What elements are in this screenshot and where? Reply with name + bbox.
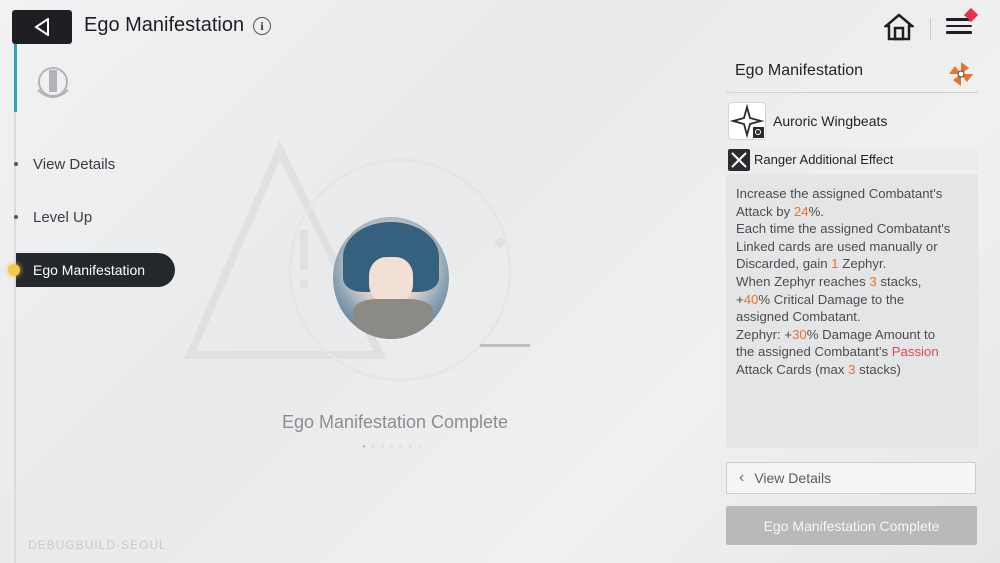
nav-item-label: Ego Manifestation: [33, 262, 146, 278]
panel-title: Ego Manifestation: [735, 62, 864, 79]
ego-status-text: Ego Manifestation Complete: [281, 412, 509, 432]
description-line: assigned Combatant.: [736, 309, 861, 325]
nav-item-view-details[interactable]: View Details: [33, 156, 115, 173]
description-line: Increase the assigned Combatant's: [736, 186, 943, 201]
description-line: Zephyr: +30% Damage Amount to: [736, 326, 936, 342]
emblem-icon: [37, 67, 69, 98]
nav-dot: [14, 162, 18, 166]
active-indicator-icon: [8, 264, 20, 276]
description-line: Linked cards are used manually or: [736, 238, 938, 254]
info-icon[interactable]: i: [253, 17, 271, 35]
effect-description: Increase the assigned Combatant's Attack…: [726, 174, 978, 448]
left-rail: [14, 40, 16, 563]
watermark: DEBUGBUILD-SEOUL: [28, 538, 167, 552]
description-line: When Zephyr reaches 3 stacks,: [736, 273, 922, 289]
view-details-label: View Details: [754, 470, 832, 486]
panel-separator: [726, 92, 978, 93]
ego-detail-panel: Ego Manifestation Auroric Wingbeats Rang…: [726, 56, 978, 448]
crossed-swords-icon: [728, 149, 750, 171]
description-line: Attack Cards (max 3 stacks): [736, 361, 901, 377]
pinwheel-logo-icon: [949, 62, 973, 86]
header-divider: [930, 18, 931, 40]
description-line: +40% Critical Damage to the: [736, 291, 905, 307]
back-arrow-icon: [34, 18, 49, 36]
page-indicator: ● ○ ○ ○ ○ ○ ○: [362, 444, 424, 450]
nav-item-level-up[interactable]: Level Up: [33, 209, 92, 226]
home-icon[interactable]: [884, 12, 914, 42]
page-title: Ego Manifestation: [84, 14, 245, 36]
view-details-button[interactable]: ‹ View Details: [726, 462, 976, 494]
description-line: the assigned Combatant's Passion: [736, 344, 939, 360]
skill-name: Auroric Wingbeats: [773, 113, 888, 129]
left-rail-accent: [14, 40, 17, 112]
description-line: Each time the assigned Combatant's: [736, 221, 951, 237]
effect-label: Ranger Additional Effect: [754, 152, 894, 167]
ego-manifestation-complete-button[interactable]: Ego Manifestation Complete: [726, 506, 977, 545]
portrait-underline: [480, 344, 530, 347]
character-portrait: [333, 217, 449, 339]
nav-item-ego-manifestation[interactable]: Ego Manifestation: [16, 253, 175, 287]
effect-header: Ranger Additional Effect: [726, 148, 978, 171]
chevron-left-icon: ‹: [739, 469, 745, 486]
description-line: Discarded, gain 1 Zephyr.: [736, 256, 887, 272]
description-line: Attack by 24%.: [736, 203, 824, 219]
nav-dot: [14, 215, 18, 219]
sparkle-skill-icon[interactable]: [728, 102, 766, 140]
back-button[interactable]: [12, 10, 72, 44]
